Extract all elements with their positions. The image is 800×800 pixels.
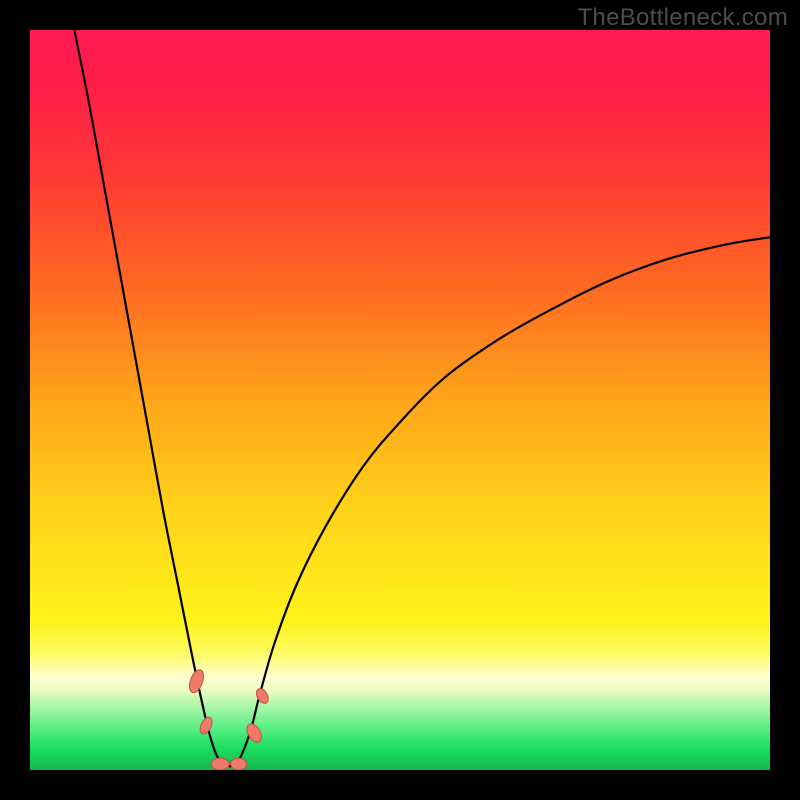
chart-stage: TheBottleneck.com	[0, 0, 800, 800]
bottleneck-plot	[0, 0, 800, 800]
marker-2	[211, 758, 229, 770]
plot-background	[30, 30, 770, 770]
marker-3	[231, 758, 247, 770]
